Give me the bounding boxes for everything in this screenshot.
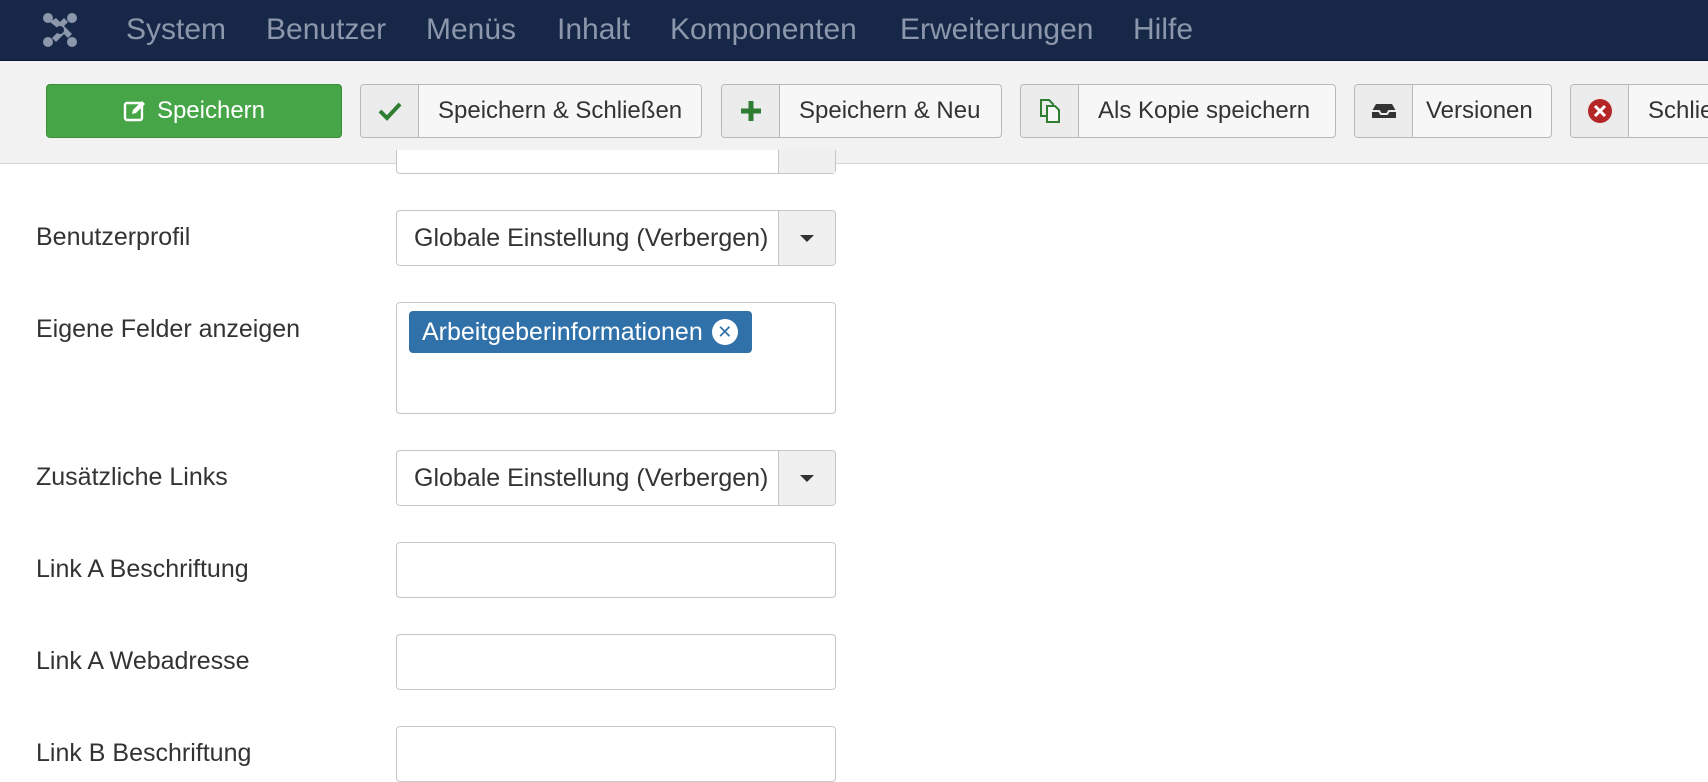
eigene-felder-label: Eigene Felder anzeigen xyxy=(36,315,301,343)
zusaetzliche-links-label: Zusätzliche Links xyxy=(36,463,228,491)
close-button[interactable]: Schlie xyxy=(1570,84,1708,138)
save-button-label: Speichern xyxy=(156,97,266,124)
chevron-down-icon[interactable] xyxy=(778,451,835,505)
edit-icon xyxy=(123,99,147,123)
zusaetzliche-links-select[interactable]: Globale Einstellung (Verbergen) xyxy=(396,450,836,506)
partial-select-arrow[interactable] xyxy=(778,150,835,173)
nav-item-hilfe[interactable]: Hilfe xyxy=(1133,12,1193,48)
link-b-beschriftung-input[interactable] xyxy=(396,726,836,782)
link-b-beschriftung-label: Link B Beschriftung xyxy=(36,739,252,767)
close-circle-icon xyxy=(1571,85,1629,137)
benutzerprofil-label: Benutzerprofil xyxy=(36,223,191,251)
benutzerprofil-select[interactable]: Globale Einstellung (Verbergen) xyxy=(396,210,836,266)
nav-item-benutzer[interactable]: Benutzer xyxy=(266,12,386,48)
joomla-logo-icon[interactable] xyxy=(40,10,80,50)
top-navbar: System Benutzer Menüs Inhalt Komponenten… xyxy=(0,0,1708,61)
copy-icon xyxy=(1021,85,1079,137)
close-label: Schlie xyxy=(1648,97,1708,124)
check-icon xyxy=(361,85,419,137)
eigene-felder-multiselect[interactable]: Arbeitgeberinformationen ✕ xyxy=(396,302,836,414)
link-a-webadresse-label: Link A Webadresse xyxy=(36,647,250,675)
nav-item-menus[interactable]: Menüs xyxy=(426,12,516,48)
save-copy-label: Als Kopie speichern xyxy=(1098,97,1311,124)
nav-item-system[interactable]: System xyxy=(126,12,226,48)
field-tag-label: Arbeitgeberinformationen xyxy=(422,317,703,346)
versions-label: Versionen xyxy=(1426,97,1533,124)
save-new-button[interactable]: Speichern & Neu xyxy=(721,84,1002,138)
nav-item-komponenten[interactable]: Komponenten xyxy=(670,12,857,48)
link-a-webadresse-input[interactable] xyxy=(396,634,836,690)
field-tag: Arbeitgeberinformationen ✕ xyxy=(409,311,752,353)
archive-icon xyxy=(1355,85,1413,137)
partial-select-field[interactable] xyxy=(396,150,836,174)
versions-button[interactable]: Versionen xyxy=(1354,84,1552,138)
save-close-button[interactable]: Speichern & Schließen xyxy=(360,84,702,138)
save-copy-button[interactable]: Als Kopie speichern xyxy=(1020,84,1336,138)
benutzerprofil-value: Globale Einstellung (Verbergen) xyxy=(414,224,769,252)
nav-item-inhalt[interactable]: Inhalt xyxy=(557,12,630,48)
save-new-label: Speichern & Neu xyxy=(799,97,981,124)
zusaetzliche-links-value: Globale Einstellung (Verbergen) xyxy=(414,464,769,492)
remove-tag-icon[interactable]: ✕ xyxy=(711,319,738,345)
save-close-label: Speichern & Schließen xyxy=(438,97,683,124)
chevron-down-icon[interactable] xyxy=(778,211,835,265)
nav-item-erweiterungen[interactable]: Erweiterungen xyxy=(900,12,1093,48)
plus-icon xyxy=(722,85,780,137)
save-button[interactable]: Speichern xyxy=(46,84,342,138)
link-a-beschriftung-input[interactable] xyxy=(396,542,836,598)
toolbar: Speichern Speichern & Schließen Speicher… xyxy=(0,61,1708,164)
link-a-beschriftung-label: Link A Beschriftung xyxy=(36,555,249,583)
